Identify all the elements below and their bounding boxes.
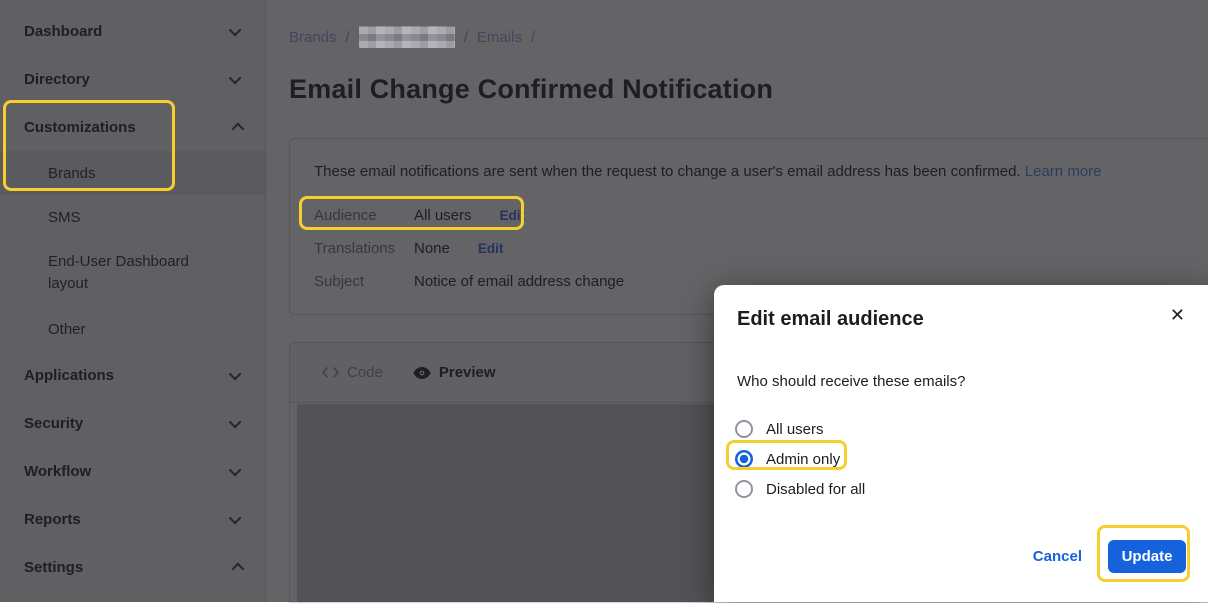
close-icon[interactable]: ✕ (1170, 306, 1185, 324)
cancel-button[interactable]: Cancel (1033, 548, 1082, 565)
radio-option-label: All users (766, 421, 824, 438)
radio-option-disabled-for-all[interactable]: Disabled for all (735, 474, 865, 504)
radio-option-label: Disabled for all (766, 481, 865, 498)
radio-option-admin-only[interactable]: Admin only (735, 444, 865, 474)
radio-unselected-icon[interactable] (735, 480, 753, 498)
breadcrumb-redacted-brand-name (359, 26, 455, 48)
radio-selected-icon[interactable] (735, 450, 753, 468)
modal-question: Who should receive these emails? (737, 373, 965, 390)
radio-unselected-icon[interactable] (735, 420, 753, 438)
radio-option-all-users[interactable]: All users (735, 414, 865, 444)
modal-title: Edit email audience (737, 308, 924, 331)
update-button[interactable]: Update (1108, 540, 1186, 573)
audience-radio-group: All users Admin only Disabled for all (735, 414, 865, 504)
radio-option-label: Admin only (766, 451, 840, 468)
modal-footer: Cancel Update (1033, 540, 1186, 573)
edit-email-audience-modal: Edit email audience ✕ Who should receive… (714, 285, 1208, 602)
